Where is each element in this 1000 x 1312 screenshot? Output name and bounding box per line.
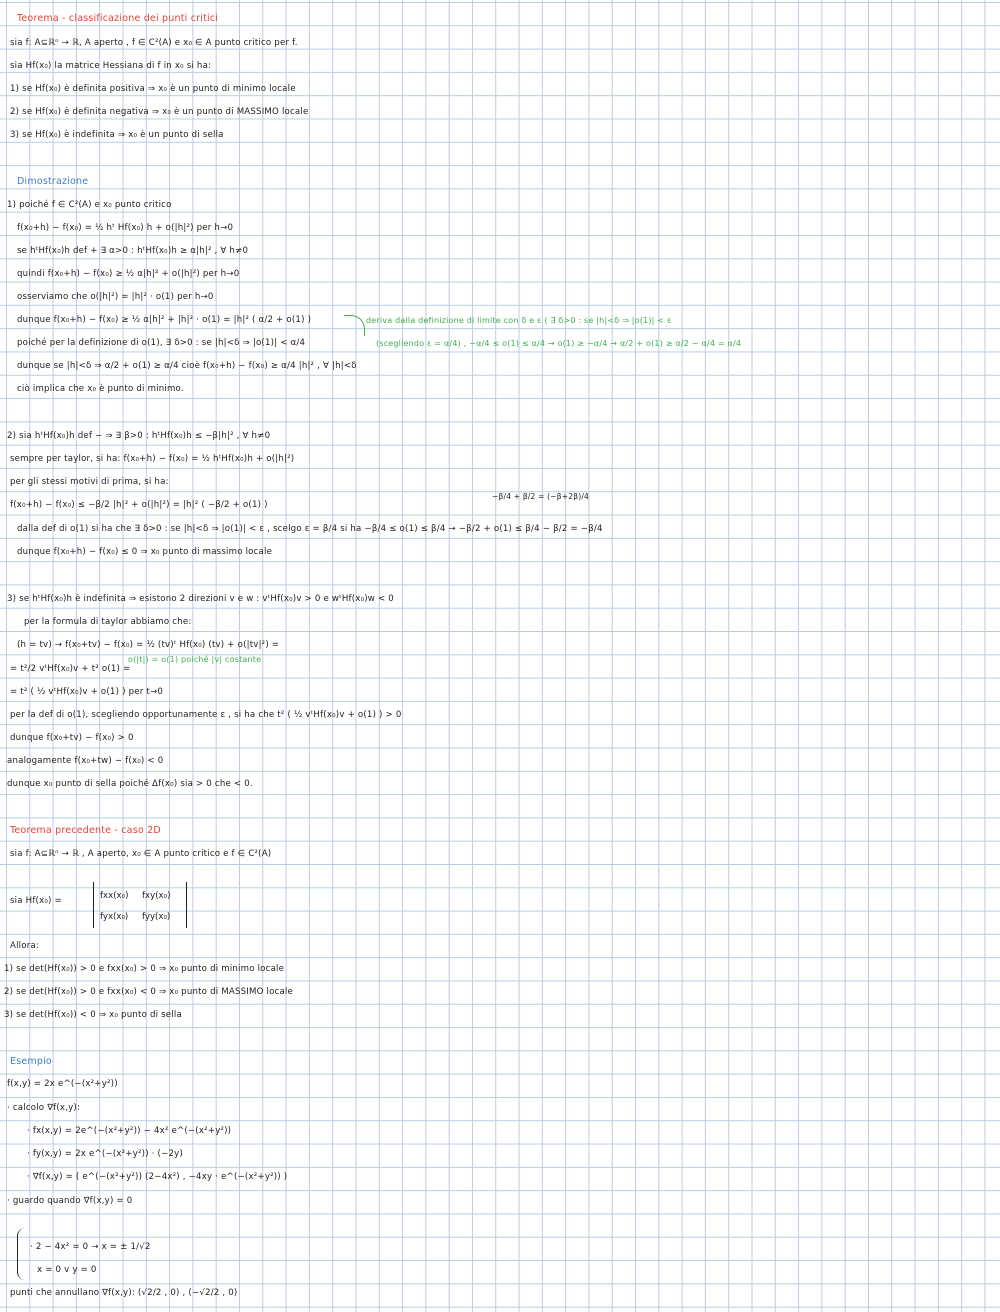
proof-3-line-8: analogamente f(x₀+tw) − f(x₀) < 0 xyxy=(7,756,164,766)
proof-2-line-4: f(x₀+h) − f(x₀) ≤ −β/2 |h|² + o(|h|²) = … xyxy=(10,500,268,510)
theorem-line-1: sia f: A⊆ℝⁿ → ℝ, A aperto , f ∈ C²(A) e … xyxy=(10,38,298,48)
proof-2-line-5: dalla def di o(1) si ha che ∃ δ>0 : se |… xyxy=(17,524,603,534)
theorem-case-2: 2) se Hf(x₀) è definita negativa ⇒ x₀ è … xyxy=(10,107,309,117)
green-note-epsilon: (scegliendo ε = α/4) , −α/4 ≤ o(1) ≤ α/4… xyxy=(376,339,742,348)
hessian-matrix: fxx(x₀) fxy(x₀) fyx(x₀) fyy(x₀) xyxy=(93,882,187,928)
matrix-fyx: fyx(x₀) xyxy=(100,912,129,922)
example-line-5: · guardo quando ∇f(x,y) = 0 xyxy=(7,1196,133,1206)
theorem-2d-title: Teorema precedente - caso 2D xyxy=(10,825,161,836)
proof-3-line-3: (h = tv) → f(x₀+tv) − f(x₀) = ½ (tv)ᵗ Hf… xyxy=(17,640,280,650)
example-title: Esempio xyxy=(10,1056,52,1067)
proof-3-line-7: dunque f(x₀+tv) − f(x₀) > 0 xyxy=(10,733,134,743)
proof-title: Dimostrazione xyxy=(17,176,89,187)
side-calculation: −β/4 + β/2 = (−β+2β)/4 xyxy=(492,492,590,501)
theorem-2d-case-3: 3) se det(Hf(x₀)) < 0 ⇒ x₀ punto di sell… xyxy=(4,1010,182,1020)
green-note-limit: deriva dalla definizione di limite con δ… xyxy=(366,316,672,325)
theorem-line-2: sia Hf(x₀) la matrice Hessiana di f in x… xyxy=(10,61,212,71)
proof-1-line-8: dunque se |h|<δ ⇒ α/2 + o(1) ≥ α/4 cioè … xyxy=(17,361,357,371)
matrix-fyy: fyy(x₀) xyxy=(142,912,171,922)
example-line-2: · fx(x,y) = 2e^(−(x²+y²)) − 4x² e^(−(x²+… xyxy=(27,1126,232,1136)
proof-1-line-1: 1) poiché f ∈ C²(A) e x₀ punto critico xyxy=(7,200,172,210)
theorem-2d-case-2: 2) se det(Hf(x₀)) > 0 e fxx(x₀) < 0 ⇒ x₀… xyxy=(4,987,294,997)
green-note-o1: o(|t|) = o(1) poiché |v| costante xyxy=(128,655,262,664)
theorem-2d-case-1: 1) se det(Hf(x₀)) > 0 e fxx(x₀) > 0 ⇒ x₀… xyxy=(4,964,285,974)
proof-2-line-3: per gli stessi motivi di prima, si ha: xyxy=(10,477,169,487)
proof-2-line-6: dunque f(x₀+h) − f(x₀) ≤ 0 ⇒ x₀ punto di… xyxy=(17,547,273,557)
example-line-1: · calcolo ∇f(x,y): xyxy=(7,1103,81,1113)
proof-2-line-2: sempre per taylor, si ha: f(x₀+h) − f(x₀… xyxy=(10,454,295,464)
theorem-case-1: 1) se Hf(x₀) è definita positiva ⇒ x₀ è … xyxy=(10,84,296,94)
hessian-label: sia Hf(x₀) = xyxy=(10,896,62,906)
proof-3-line-5: = t² ( ½ vᵗHf(x₀)v + o(1) ) per t→0 xyxy=(10,687,164,697)
proof-2-line-1: 2) sia hᵗHf(x₀)h def − ⇒ ∃ β>0 : hᵗHf(x₀… xyxy=(7,431,271,441)
green-arrow xyxy=(344,315,365,336)
example-conclusion: punti che annullano ∇f(x,y): (√2/2 , 0) … xyxy=(10,1288,238,1298)
matrix-fxy: fxy(x₀) xyxy=(142,891,171,901)
proof-3-line-6: per la def di o(1), scegliendo opportuna… xyxy=(10,710,402,720)
proof-1-line-5: osserviamo che o(|h|²) = |h|² · o(1) per… xyxy=(17,292,214,302)
theorem-case-3: 3) se Hf(x₀) è indefinita ⇒ x₀ è un punt… xyxy=(10,130,224,140)
allora-label: Allora: xyxy=(10,941,40,951)
proof-3-line-9: dunque x₀ punto di sella poiché Δf(x₀) s… xyxy=(7,779,253,789)
example-line-3: · fy(x,y) = 2x e^(−(x²+y²)) · (−2y) xyxy=(27,1149,183,1159)
proof-1-line-7: poiché per la definizione di o(1), ∃ δ>0… xyxy=(17,338,306,348)
proof-1-line-2: f(x₀+h) − f(x₀) = ½ hᵗ Hf(x₀) h + o(|h|²… xyxy=(17,223,234,233)
notebook-page: Teorema - classificazione dei punti crit… xyxy=(0,0,1000,1312)
example-function: f(x,y) = 2x e^(−(x²+y²)) xyxy=(7,1079,118,1089)
example-line-4: · ∇f(x,y) = ( e^(−(x²+y²)) (2−4x²) , −4x… xyxy=(27,1172,288,1182)
proof-3-line-2: per la formula di taylor abbiamo che: xyxy=(24,617,192,627)
proof-1-line-3: se hᵗHf(x₀)h def + ∃ α>0 : hᵗHf(x₀)h ≥ α… xyxy=(17,246,249,256)
system-line-2: x = 0 v y = 0 xyxy=(37,1265,97,1275)
system-line-1: · 2 − 4x² = 0 → x = ± 1/√2 xyxy=(30,1242,151,1252)
proof-3-line-1: 3) se hᵗHf(x₀)h è indefinita ⇒ esistono … xyxy=(7,594,394,604)
matrix-fxx: fxx(x₀) xyxy=(100,891,129,901)
proof-1-line-6: dunque f(x₀+h) − f(x₀) ≥ ½ α|h|² + |h|² … xyxy=(17,315,312,325)
theorem-2d-line-1: sia f: A⊆ℝⁿ → ℝ , A aperto, x₀ ∈ A punto… xyxy=(10,849,272,859)
proof-1-line-9: ciò implica che x₀ è punto di minimo. xyxy=(17,384,184,394)
system-brace xyxy=(17,1228,26,1280)
theorem-title: Teorema - classificazione dei punti crit… xyxy=(17,13,219,24)
proof-1-line-4: quindi f(x₀+h) − f(x₀) ≥ ½ α|h|² + o(|h|… xyxy=(17,269,240,279)
proof-3-line-4: = t²/2 vᵗHf(x₀)v + t² o(1) = xyxy=(10,664,131,674)
